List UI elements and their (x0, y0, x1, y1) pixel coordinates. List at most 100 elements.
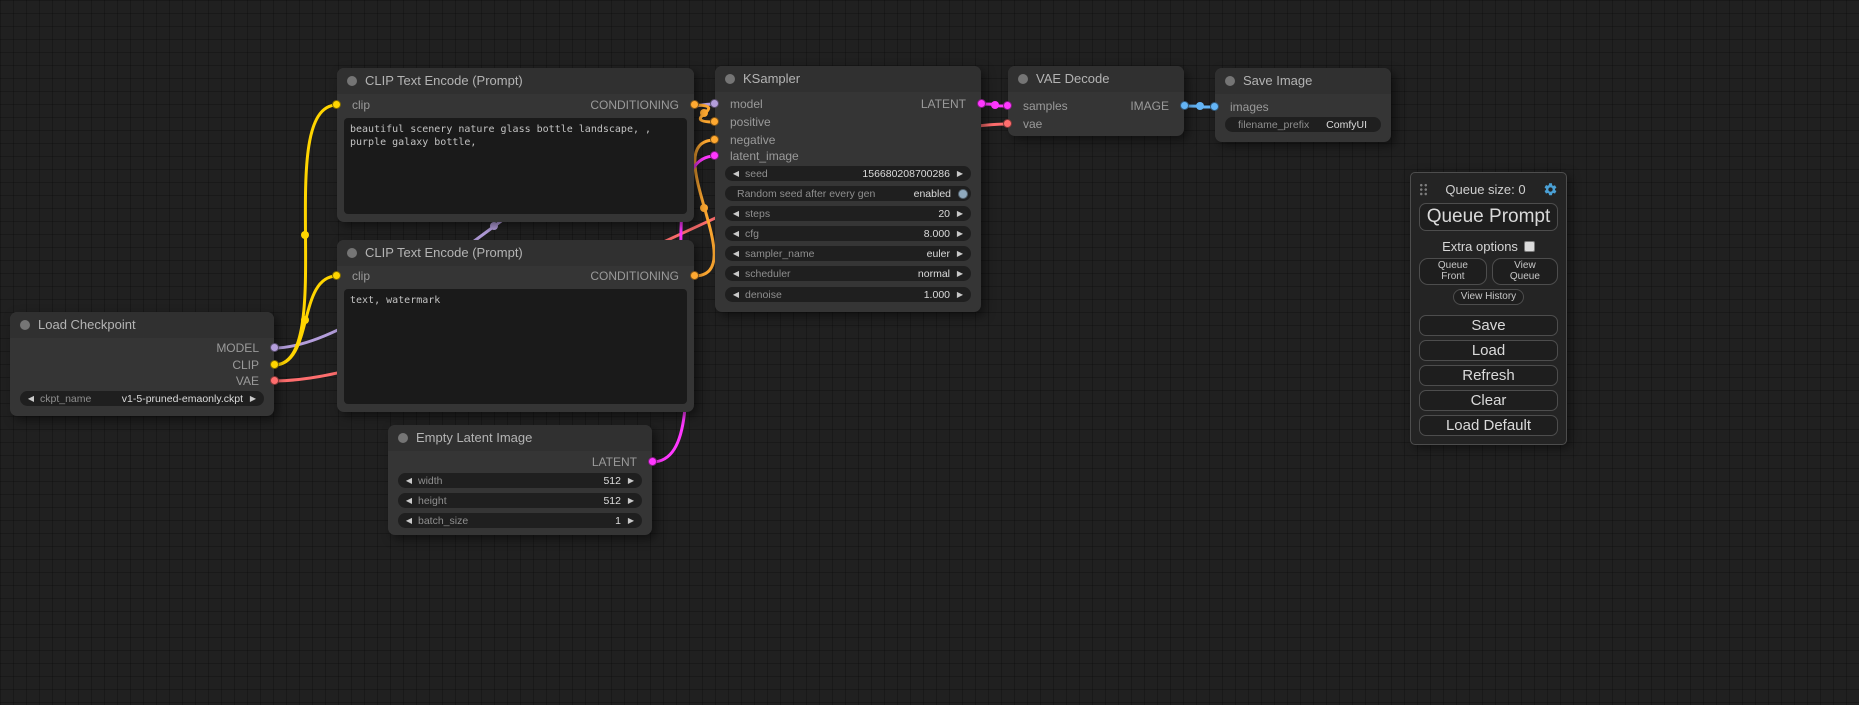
random-seed-toggle-widget[interactable]: Random seed after every gen enabled (725, 186, 971, 201)
refresh-button[interactable]: Refresh (1419, 365, 1558, 386)
slot-row: positive (715, 113, 981, 131)
sampler-name-widget[interactable]: ◀ sampler_name euler ▶ (725, 246, 971, 261)
input-label-vae: vae (1023, 117, 1042, 131)
widget-increment-icon[interactable]: ▶ (625, 513, 637, 528)
graph-canvas[interactable]: Load Checkpoint MODEL CLIP VAE ◀ ckpt_na… (0, 0, 1859, 705)
scheduler-widget[interactable]: ◀ scheduler normal ▶ (725, 266, 971, 281)
widget-decrement-icon[interactable]: ◀ (730, 166, 742, 181)
node-collapse-dot[interactable] (20, 320, 30, 330)
node-empty-latent-image[interactable]: Empty Latent Image LATENT ◀ width 512 ▶ … (388, 425, 652, 535)
settings-gear-icon[interactable] (1543, 182, 1558, 197)
node-collapse-dot[interactable] (725, 74, 735, 84)
widget-decrement-icon[interactable]: ◀ (730, 287, 742, 302)
cfg-widget[interactable]: ◀ cfg 8.000 ▶ (725, 226, 971, 241)
widget-increment-icon[interactable]: ▶ (954, 287, 966, 302)
toggle-indicator-dot[interactable] (958, 189, 968, 199)
gear-glyph (1545, 183, 1557, 195)
slot-negative-input-dot[interactable] (710, 135, 719, 144)
widget-increment-icon[interactable]: ▶ (954, 206, 966, 221)
node-clip-text-encode-negative[interactable]: CLIP Text Encode (Prompt) clip CONDITION… (337, 240, 694, 412)
widget-increment-icon[interactable]: ▶ (625, 493, 637, 508)
negative-prompt-textarea[interactable]: text, watermark (344, 289, 687, 404)
node-title-bar[interactable]: Empty Latent Image (388, 425, 652, 451)
node-ksampler[interactable]: KSampler model LATENT positive negative … (715, 66, 981, 312)
widget-decrement-icon[interactable]: ◀ (403, 493, 415, 508)
node-save-image[interactable]: Save Image images filename_prefix ComfyU… (1215, 68, 1391, 142)
widget-label: height (418, 495, 447, 507)
node-vae-decode[interactable]: VAE Decode samples IMAGE vae (1008, 66, 1184, 136)
input-label-model: model (730, 97, 763, 111)
node-title-bar[interactable]: Save Image (1215, 68, 1391, 94)
link-midpoint-dot (301, 316, 309, 324)
batch-size-widget[interactable]: ◀ batch_size 1 ▶ (398, 513, 642, 528)
seed-widget[interactable]: ◀ seed 156680208700286 ▶ (725, 166, 971, 181)
slot-vae-input-dot[interactable] (1003, 119, 1012, 128)
widget-increment-icon[interactable]: ▶ (954, 266, 966, 281)
widget-decrement-icon[interactable]: ◀ (730, 206, 742, 221)
widget-label: denoise (745, 289, 782, 301)
ckpt-name-widget[interactable]: ◀ ckpt_name v1-5-pruned-emaonly.ckpt ▶ (20, 391, 264, 406)
widget-increment-icon[interactable]: ▶ (954, 226, 966, 241)
widget-decrement-icon[interactable]: ◀ (730, 246, 742, 261)
node-collapse-dot[interactable] (347, 248, 357, 258)
view-queue-button[interactable]: View Queue (1492, 258, 1558, 285)
queue-prompt-button[interactable]: Queue Prompt (1419, 203, 1558, 231)
input-label-samples: samples (1023, 99, 1068, 113)
slot-positive-input-dot[interactable] (710, 117, 719, 126)
extra-options-checkbox[interactable] (1524, 241, 1535, 252)
input-label-positive: positive (730, 115, 771, 129)
slot-clip-input-dot[interactable] (332, 271, 341, 280)
load-default-button[interactable]: Load Default (1419, 415, 1558, 436)
node-title-bar[interactable]: CLIP Text Encode (Prompt) (337, 68, 694, 94)
extra-options-row: Extra options (1419, 239, 1558, 254)
slot-conditioning-output-dot[interactable] (690, 271, 699, 280)
positive-prompt-textarea[interactable]: beautiful scenery nature glass bottle la… (344, 118, 687, 214)
widget-value: normal (918, 268, 950, 280)
widget-increment-icon[interactable]: ▶ (625, 473, 637, 488)
node-collapse-dot[interactable] (347, 76, 357, 86)
slot-vae-output-dot[interactable] (270, 376, 279, 385)
widget-decrement-icon[interactable]: ◀ (730, 226, 742, 241)
widget-label: width (418, 475, 443, 487)
slot-samples-input-dot[interactable] (1003, 101, 1012, 110)
widget-increment-icon[interactable]: ▶ (954, 246, 966, 261)
widget-decrement-icon[interactable]: ◀ (730, 266, 742, 281)
slot-model-input-dot[interactable] (710, 99, 719, 108)
load-button[interactable]: Load (1419, 340, 1558, 361)
slot-clip-input-dot[interactable] (332, 100, 341, 109)
slot-latent-output-dot[interactable] (648, 457, 657, 466)
node-collapse-dot[interactable] (1225, 76, 1235, 86)
widget-increment-icon[interactable]: ▶ (247, 391, 259, 406)
slot-model-output-dot[interactable] (270, 343, 279, 352)
slot-latent-output-dot[interactable] (977, 99, 986, 108)
denoise-widget[interactable]: ◀ denoise 1.000 ▶ (725, 287, 971, 302)
node-title: VAE Decode (1036, 71, 1109, 86)
node-collapse-dot[interactable] (398, 433, 408, 443)
slot-image-output-dot[interactable] (1180, 101, 1189, 110)
slot-latent-image-input-dot[interactable] (710, 151, 719, 160)
widget-increment-icon[interactable]: ▶ (954, 166, 966, 181)
view-history-button[interactable]: View History (1453, 289, 1524, 305)
queue-front-button[interactable]: Queue Front (1419, 258, 1487, 285)
node-title-bar[interactable]: CLIP Text Encode (Prompt) (337, 240, 694, 266)
node-title-bar[interactable]: VAE Decode (1008, 66, 1184, 92)
clear-button[interactable]: Clear (1419, 390, 1558, 411)
height-widget[interactable]: ◀ height 512 ▶ (398, 493, 642, 508)
node-load-checkpoint[interactable]: Load Checkpoint MODEL CLIP VAE ◀ ckpt_na… (10, 312, 274, 416)
slot-clip-output-dot[interactable] (270, 360, 279, 369)
widget-decrement-icon[interactable]: ◀ (403, 473, 415, 488)
slot-images-input-dot[interactable] (1210, 102, 1219, 111)
node-title-bar[interactable]: Load Checkpoint (10, 312, 274, 338)
node-clip-text-encode-positive[interactable]: CLIP Text Encode (Prompt) clip CONDITION… (337, 68, 694, 222)
widget-decrement-icon[interactable]: ◀ (25, 391, 37, 406)
drag-handle-icon[interactable] (1419, 183, 1428, 196)
widget-decrement-icon[interactable]: ◀ (403, 513, 415, 528)
node-collapse-dot[interactable] (1018, 74, 1028, 84)
steps-widget[interactable]: ◀ steps 20 ▶ (725, 206, 971, 221)
width-widget[interactable]: ◀ width 512 ▶ (398, 473, 642, 488)
node-title-bar[interactable]: KSampler (715, 66, 981, 92)
slot-conditioning-output-dot[interactable] (690, 100, 699, 109)
output-row-latent: LATENT (388, 453, 652, 471)
filename-prefix-widget[interactable]: filename_prefix ComfyUI (1225, 117, 1381, 132)
save-button[interactable]: Save (1419, 315, 1558, 336)
